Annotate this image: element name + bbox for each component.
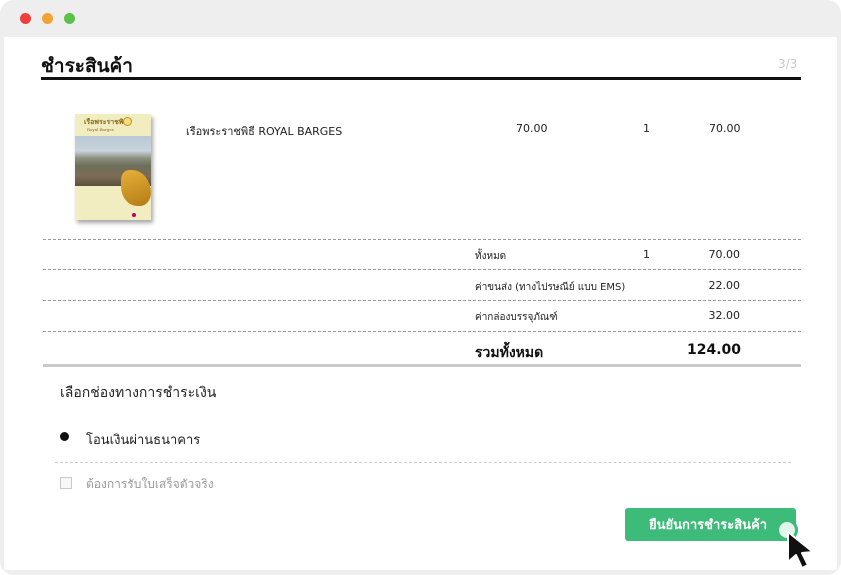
product-qty: 1 [643,122,650,135]
product-total: 70.00 [709,122,741,135]
title-divider [41,77,801,80]
subtotal-value: 70.00 [708,248,741,261]
shipping-value: 22.00 [708,279,741,292]
shipping-label: ค่าขนส่ง (ทางไปรษณีย์ แบบ EMS) [475,282,626,293]
checkout-page: ชำระสินค้า 3/3 เรือพระราชพิธี Royal Barg… [4,37,837,570]
cover-emblem-icon [132,213,136,217]
summary-bottom-rule [43,364,801,367]
receipt-checkbox-label[interactable]: ต้องการรับใบเสร็จตัวจริง [86,475,214,494]
subtotal-qty: 1 [643,248,650,261]
maximize-window-button[interactable] [64,13,75,24]
cover-seal-icon [123,117,132,126]
step-indicator: 3/3 [778,57,798,71]
payment-heading: เลือกช่องทางการชำระเงิน [60,385,217,401]
summary-divider [43,331,801,332]
browser-window: ชำระสินค้า 3/3 เรือพระราชพิธี Royal Barg… [0,0,841,575]
window-titlebar [0,0,841,36]
arrow-cursor-icon [787,531,814,569]
subtotal-label: ทั้งหมด [475,251,507,262]
summary-divider [43,269,801,270]
cover-subtitle: Royal Barges [87,127,114,132]
grand-total-value: 124.00 [686,342,741,358]
box-fee-label: ค่ากล่องบรรจุภัณฑ์ [475,312,558,323]
confirm-payment-button[interactable]: ยืนยันการชำระสินค้า [625,508,796,541]
minimize-window-button[interactable] [42,13,53,24]
box-fee-value: 32.00 [708,309,741,322]
product-image: เรือพระราชพิธี Royal Barges [75,114,151,220]
receipt-checkbox[interactable] [60,477,72,489]
product-name[interactable]: เรือพระราชพิธี ROYAL BARGES [186,122,342,140]
summary-divider [43,300,801,301]
payment-divider [55,462,791,463]
bank-transfer-radio[interactable] [60,432,69,441]
product-price: 70.00 [516,122,548,135]
grand-total-label: รวมทั้งหมด [475,345,544,361]
bank-transfer-label[interactable]: โอนเงินผ่านธนาคาร [86,429,200,450]
close-window-button[interactable] [20,13,31,24]
summary-divider [43,239,801,240]
